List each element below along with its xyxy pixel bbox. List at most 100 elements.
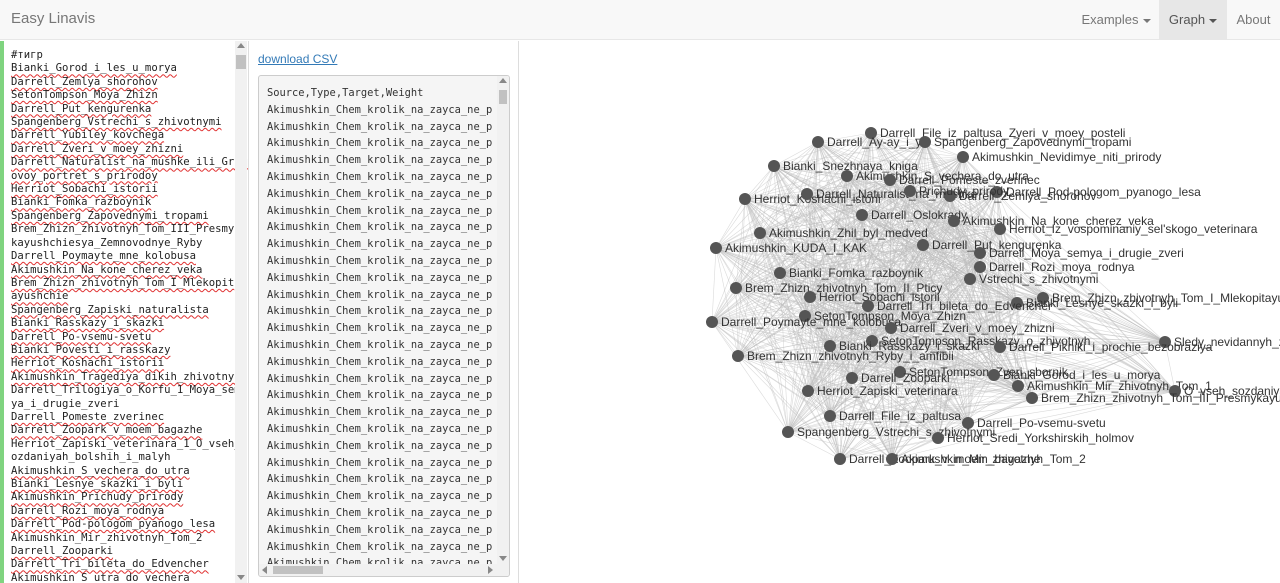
graph-node[interactable] [706,316,718,328]
graph-node[interactable] [988,369,1000,381]
graph-node[interactable] [804,291,816,303]
graph-node[interactable] [856,209,868,221]
scroll-down-icon[interactable] [499,556,507,561]
graph-edge [711,321,789,433]
scroll-up-icon[interactable] [237,43,245,48]
graph-node-label: Brem_Zhizn_zhivotnyh_Ryby_i_amfibii [747,349,954,363]
graph-node[interactable] [994,341,1006,353]
scroll-right-icon[interactable] [488,566,493,574]
editor-line: ozdaniyah_bolshih_i_malyh [11,451,171,464]
editor-line: Bianki_Povesti_i_rasskazy [11,343,171,356]
graph-node[interactable] [824,410,836,422]
graph-node[interactable] [846,372,858,384]
graph-node[interactable] [1026,392,1038,404]
graph-node[interactable] [841,170,853,182]
scroll-up-icon[interactable] [499,78,507,83]
graph-node[interactable] [730,282,742,294]
top-navbar: Easy Linavis Examples Graph About [0,0,1280,40]
csv-row: Akimushkin_Chem_krolik_na_zayca_ne_p [267,473,493,486]
graph-node-label: Akimushkin_Nevidimye_niti_prirody [972,150,1161,164]
about-link[interactable]: About [1227,0,1280,39]
graph-node[interactable] [754,227,766,239]
brand-logo[interactable]: Easy Linavis [11,10,95,27]
csv-textarea[interactable]: Source,Type,Target,Weight Akimushkin_Chem… [258,75,510,577]
graph-label: Graph [1168,12,1206,27]
csv-row: Akimushkin_Chem_krolik_na_zayca_ne_p [267,338,493,351]
graph-node[interactable] [994,223,1006,235]
editor-line: Akimushkin_S_vechera_do_utra [11,464,190,477]
csv-row: Akimushkin_Chem_krolik_na_zayca_ne_p [267,439,493,452]
editor-line: Bianki_Lesnye_skazki_i_byli [11,478,184,490]
graph-node-label: Darrell_File_iz_paltusa [839,409,961,423]
graph-node-label: Vstrechi_s_zhivotnymi [979,272,1098,286]
graph-node[interactable] [932,432,944,444]
editor-line: Spangenberg_Zapiski_naturalista [11,303,209,316]
graph-node-label: Brem_Zhizn_zhivotnyh_Tom_III_Presmykayus… [1041,391,1280,405]
graph-node-label: Akimushkin_KUDA_I_KAK [725,241,867,255]
editor-line: Herriot_Koshachi_istorii [11,357,165,370]
text-editor[interactable]: #тигр Bianki_Gorod_i_les_u_morya Darrell_Z… [11,49,248,583]
editor-line: Darrell_Zooparki [11,545,114,558]
graph-node[interactable] [802,385,814,397]
graph-node[interactable] [948,215,960,227]
graph-node[interactable] [885,322,897,334]
csv-row: Akimushkin_Chem_krolik_na_zayca_ne_p [267,204,493,217]
csv-row: Akimushkin_Chem_krolik_na_zayca_ne_p [267,137,493,150]
editor-line: Spangenberg_Vstrechi_s_zhivotnymi [11,116,222,129]
graph-node[interactable] [812,136,824,148]
graph-node[interactable] [710,242,722,254]
editor-line: Darrell_Tri_bileta_do_Edvencher [11,558,209,571]
caret-down-icon [1142,18,1151,23]
editor-line: Brem_Zhizn_zhivotnyh_Tom_III_Presmy [11,223,235,236]
graph-node[interactable] [917,239,929,251]
csv-header-line: Source,Type,Target,Weight [267,87,424,99]
graph-node[interactable] [732,350,744,362]
caret-down-icon [1209,18,1218,23]
graph-node-label: Prichudy_prirody [919,184,1009,198]
graph-node-label: Darrell_Pikniki_i_prochie_bezobraziya [1009,340,1213,354]
download-csv-link[interactable]: download CSV [258,52,337,66]
graph-node[interactable] [974,247,986,259]
network-graph-panel[interactable]: Darrell_File_iz_paltusa_Zveri_v_moey_pos… [520,41,1280,583]
graph-node-label: Herriot_Sredi_Yorkshirskih_holmov [947,431,1134,445]
graph-node-label: Herriot_Zapiski_veterinara [817,384,958,398]
graph-node-label: Akimushkin_Zhil_byl_medved [769,226,928,240]
graph-node[interactable] [774,267,786,279]
editor-line: #тигр [11,49,43,61]
editor-line: Darrell_Po-vsemu-svetu [11,330,152,343]
graph-node[interactable] [886,453,898,465]
editor-line: Darrell_Trilogiya_o_Korfu_1_Moya_sem [11,384,241,397]
graph-node-label: Darrell_Zveri_v_moey_zhizni [900,321,1055,335]
graph-node[interactable] [782,426,794,438]
scrollbar-thumb[interactable] [236,55,246,69]
graph-node[interactable] [739,193,751,205]
graph-node[interactable] [834,453,846,465]
graph-node-label: Spangenberg_Zapovednymi_tropami [934,135,1131,149]
graph-node[interactable] [904,185,916,197]
graph-node[interactable] [919,136,931,148]
graph-dropdown[interactable]: Graph [1159,0,1227,39]
graph-node-label: Darrell_Zooparki [861,371,950,385]
scrollbar-thumb[interactable] [499,90,507,104]
csv-vertical-scrollbar[interactable] [497,76,509,564]
graph-node[interactable] [1012,380,1024,392]
graph-node-label: Darrell_Po-vsemu-svetu [977,416,1106,430]
graph-node[interactable] [964,273,976,285]
editor-vertical-scrollbar[interactable] [235,41,247,583]
scrollbar-thumb[interactable] [273,566,323,574]
editor-line: kayushchiesya_Zemnovodnye_Ryby [11,236,203,249]
graph-node[interactable] [768,160,780,172]
graph-node[interactable] [957,151,969,163]
graph-node[interactable] [884,174,896,186]
csv-row: Akimushkin_Chem_krolik_na_zayca_ne_p [267,170,493,183]
csv-row: Akimushkin_Chem_krolik_na_zayca_ne_p [267,523,493,536]
scroll-left-icon[interactable] [262,566,267,574]
csv-row: Akimushkin_Chem_krolik_na_zayca_ne_p [267,490,493,503]
scroll-down-icon[interactable] [237,575,245,580]
network-graph[interactable]: Darrell_File_iz_paltusa_Zveri_v_moey_pos… [520,41,1280,583]
examples-dropdown[interactable]: Examples [1074,0,1158,39]
csv-horizontal-scrollbar[interactable] [259,564,509,576]
editor-line: Akimushkin_Prichudy_prirody [11,491,184,504]
graph-node-label: Darrell_Moya_semya_i_drugie_zveri [989,246,1184,260]
graph-node[interactable] [801,188,813,200]
